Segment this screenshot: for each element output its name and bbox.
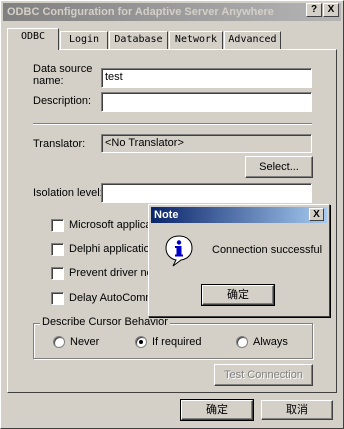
select-translator-button[interactable]: Select... [245,156,313,178]
delphi-applications-label: Delphi applicatio [69,243,150,255]
window-title: ODBC Configuration for Adaptive Server A… [7,6,274,18]
tab-advanced[interactable]: Advanced [224,31,281,49]
cursor-if-required-label: If required [152,336,202,348]
description-label: Description: [33,95,92,107]
prevent-driver-label: Prevent driver no [69,267,153,279]
delay-autocommit-checkbox[interactable] [51,292,64,305]
translator-label: Translator: [33,138,86,150]
tab-login[interactable]: Login [60,31,108,49]
prevent-driver-checkbox[interactable] [51,267,64,280]
note-ok-button[interactable]: 确定 [201,284,275,306]
note-title: Note [154,209,179,221]
info-icon [164,235,194,267]
ok-button[interactable]: 确定 [180,399,254,421]
isolation-level-label: Isolation level: [33,187,103,199]
tab-odbc[interactable]: ODBC [7,28,59,50]
microsoft-applications-label: Microsoft applica [69,219,152,231]
translator-field: <No Translator> [101,134,312,153]
cursor-always-label: Always [253,336,288,348]
close-button[interactable]: X [323,3,339,17]
note-close-button[interactable]: X [309,208,324,221]
data-source-name-input[interactable]: test [101,68,312,88]
delay-autocommit-label: Delay AutoComm [69,292,155,304]
tab-network[interactable]: Network [169,31,223,49]
cursor-never-radio[interactable] [53,336,65,348]
cursor-behavior-legend: Describe Cursor Behavior [40,316,170,328]
note-title-bar: Note [151,207,327,223]
data-source-name-label-line1: Data source [33,63,93,75]
cursor-never-label: Never [70,336,100,348]
data-source-name-label-line2: name: [33,75,64,87]
note-dialog: Note X Connection successful 确定 [148,204,330,317]
separator [33,123,312,125]
help-button[interactable]: ? [306,3,322,17]
test-connection-button[interactable]: Test Connection [214,364,313,386]
isolation-level-input[interactable] [101,183,312,203]
description-input[interactable] [101,92,312,112]
microsoft-applications-checkbox[interactable] [51,219,64,232]
cancel-button[interactable]: 取消 [261,400,333,420]
odbc-config-window: ODBC Configuration for Adaptive Server A… [0,0,344,429]
tab-database[interactable]: Database [109,31,168,49]
note-message: Connection successful [212,244,323,256]
delphi-applications-checkbox[interactable] [51,243,64,256]
cursor-if-required-radio[interactable] [135,336,147,348]
cursor-always-radio[interactable] [236,336,248,348]
title-bar: ODBC Configuration for Adaptive Server A… [3,3,341,21]
